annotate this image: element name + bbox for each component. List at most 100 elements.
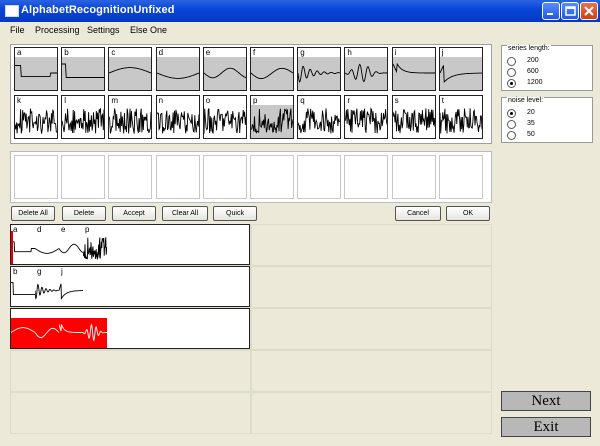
letter-cell-p[interactable]: p xyxy=(250,95,294,139)
series-option-label: 200 xyxy=(527,57,539,64)
letter-label: q xyxy=(300,96,305,105)
letter-label: o xyxy=(205,96,211,105)
results-grid-cell xyxy=(251,392,492,434)
waveform-c xyxy=(109,57,152,90)
result-letter-label: a xyxy=(13,225,18,234)
radio-noise-35[interactable] xyxy=(507,120,516,129)
selection-slot[interactable] xyxy=(155,155,200,199)
letter-cell-b[interactable]: b xyxy=(61,47,106,91)
letter-cell-a[interactable]: a xyxy=(14,47,58,91)
result-letter-p: p xyxy=(82,225,108,264)
result-letter-c: c xyxy=(10,309,36,348)
selection-slot[interactable] xyxy=(61,155,106,199)
letter-label: l xyxy=(64,96,66,105)
delete-button[interactable]: Delete xyxy=(62,206,106,221)
letter-cell-e[interactable]: e xyxy=(202,47,247,91)
letter-label: s xyxy=(394,96,399,105)
result-letter-label: e xyxy=(61,225,66,234)
waveform-k xyxy=(15,108,57,134)
menu-settings[interactable]: Settings xyxy=(87,25,120,35)
letter-cell-n[interactable]: n xyxy=(155,95,200,139)
result-letter-h: h xyxy=(82,309,107,348)
letter-label: e xyxy=(205,48,211,57)
waveform-j xyxy=(439,57,482,90)
noise-option-label: 50 xyxy=(527,131,535,138)
letter-cell-c[interactable]: c xyxy=(108,47,153,91)
selection-slot[interactable] xyxy=(297,155,342,199)
menu-file[interactable]: File xyxy=(10,25,25,35)
result-letter-b: b xyxy=(11,267,35,306)
letter-cell-m[interactable]: m xyxy=(108,95,153,139)
quick-button[interactable]: Quick xyxy=(213,206,257,221)
radio-series-600[interactable] xyxy=(507,68,516,77)
noise-option-label: 20 xyxy=(527,109,535,116)
letter-cell-f[interactable]: f xyxy=(250,47,294,91)
minimize-button[interactable] xyxy=(542,2,560,20)
selection-slot[interactable] xyxy=(250,155,294,199)
result-row[interactable]: cfih xyxy=(10,308,250,349)
next-button[interactable]: Next xyxy=(501,391,591,411)
waveform-s xyxy=(392,108,435,134)
letter-cell-r[interactable]: r xyxy=(344,95,389,139)
noise-level-label: noise level: xyxy=(507,97,545,104)
maximize-button[interactable] xyxy=(561,2,579,20)
results-grid-cell xyxy=(251,308,492,350)
letter-label: h xyxy=(347,48,352,57)
selection-slot[interactable] xyxy=(14,155,58,199)
letter-label: g xyxy=(300,48,305,57)
menu-bar: File Processing Settings Else One xyxy=(0,22,600,38)
letter-cell-k[interactable]: k xyxy=(14,95,58,139)
waveform-i xyxy=(392,57,435,90)
result-letter-label: p xyxy=(85,225,90,234)
exit-button[interactable]: Exit xyxy=(501,417,591,437)
letter-cell-j[interactable]: j xyxy=(438,47,483,91)
letter-cell-q[interactable]: q xyxy=(297,95,342,139)
close-button[interactable] xyxy=(580,2,598,20)
menu-else-one[interactable]: Else One xyxy=(130,25,167,35)
results-grid-cell xyxy=(251,224,492,266)
letter-label: m xyxy=(111,96,119,105)
result-letter-label: f xyxy=(37,309,40,318)
clear-all-button[interactable]: Clear All xyxy=(162,206,208,221)
series-length-label: series length: xyxy=(507,45,551,52)
results-grid-cell xyxy=(10,350,251,392)
letter-cell-d[interactable]: d xyxy=(155,47,200,91)
radio-series-200[interactable] xyxy=(507,57,516,66)
selection-slot[interactable] xyxy=(108,155,153,199)
waveform-l xyxy=(62,108,105,134)
menu-processing[interactable]: Processing xyxy=(35,25,80,35)
noise-level-group: noise level: 20 35 50 xyxy=(501,97,593,143)
letter-cell-g[interactable]: g xyxy=(297,47,342,91)
radio-noise-50[interactable] xyxy=(507,131,516,140)
accept-button[interactable]: Accept xyxy=(112,206,156,221)
result-letter-label: g xyxy=(37,267,42,276)
results-grid-cell xyxy=(251,350,492,392)
letter-cell-t[interactable]: t xyxy=(438,95,483,139)
letter-cell-s[interactable]: s xyxy=(391,95,436,139)
result-letter-a: a xyxy=(11,225,35,264)
selection-slot[interactable] xyxy=(391,155,436,199)
letter-label: i xyxy=(394,48,397,57)
letter-label: t xyxy=(441,96,445,105)
selection-panel xyxy=(10,151,492,203)
result-letter-j: j xyxy=(58,267,83,306)
radio-series-1200[interactable] xyxy=(507,79,516,88)
result-row[interactable]: a de p xyxy=(10,224,250,265)
radio-noise-20[interactable] xyxy=(507,109,516,118)
selection-slot[interactable] xyxy=(344,155,389,199)
result-letter-d: d xyxy=(34,225,60,264)
letter-cell-l[interactable]: l xyxy=(61,95,106,139)
ok-button[interactable]: OK xyxy=(446,206,490,221)
letter-cell-h[interactable]: h xyxy=(344,47,389,91)
letter-label: r xyxy=(347,96,351,105)
result-letter-g: g xyxy=(34,267,60,306)
letter-cell-i[interactable]: i xyxy=(391,47,436,91)
letter-cell-o[interactable]: o xyxy=(202,95,247,139)
selection-slot[interactable] xyxy=(202,155,247,199)
selection-slot[interactable] xyxy=(438,155,483,199)
result-letter-label: j xyxy=(61,267,63,276)
series-option-label: 1200 xyxy=(527,79,543,86)
delete-all-button[interactable]: Delete All xyxy=(11,206,55,221)
result-row[interactable]: bg j xyxy=(10,266,250,307)
cancel-button[interactable]: Cancel xyxy=(395,206,441,221)
